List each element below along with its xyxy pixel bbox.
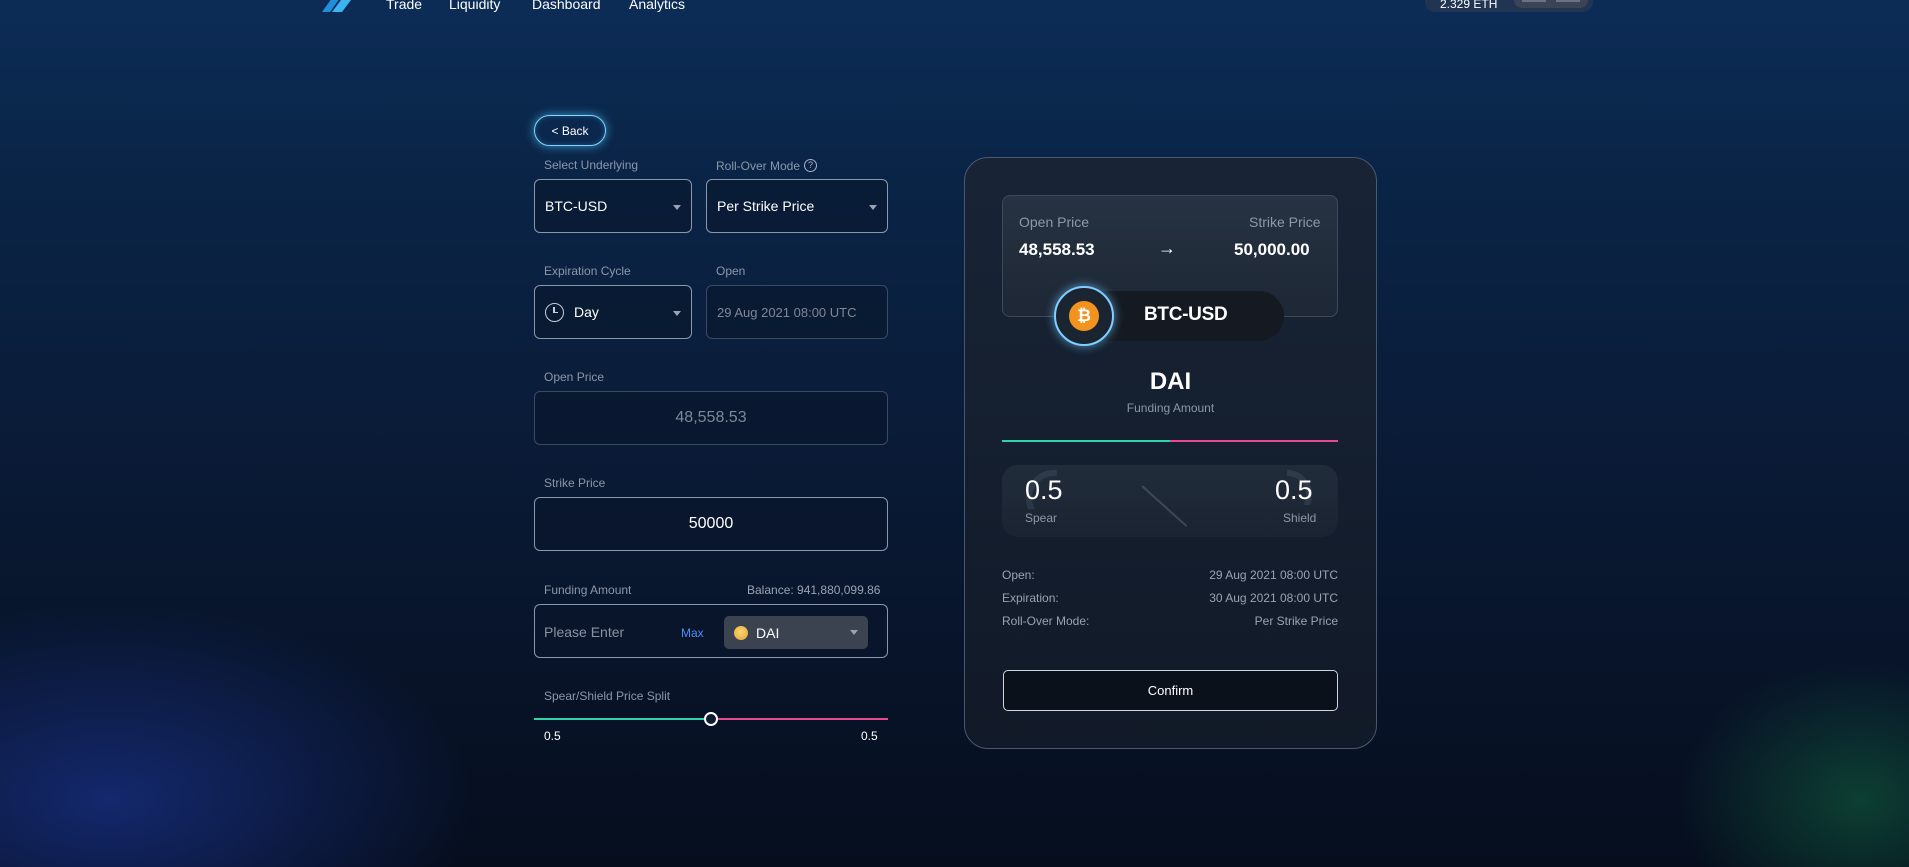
wallet-address[interactable]	[1514, 0, 1588, 8]
open-field: 29 Aug 2021 08:00 UTC	[706, 285, 888, 339]
detail-expiration-key: Expiration:	[1002, 591, 1059, 605]
clock-icon	[545, 302, 564, 322]
shield-label: Shield	[1283, 511, 1317, 525]
summary-open-price-label: Open Price	[1019, 214, 1090, 230]
nav-link-liquidity[interactable]: Liquidity	[449, 0, 500, 12]
open-price-field: 48,558.53	[534, 391, 888, 445]
chevron-down-icon	[673, 205, 681, 210]
chevron-down-icon	[673, 311, 681, 316]
open-price-value: 48,558.53	[675, 409, 747, 426]
back-button[interactable]: < Back	[534, 115, 606, 146]
spear-label: Spear	[1025, 511, 1058, 525]
spear-value: 0.5	[1025, 475, 1063, 505]
address-blur	[1556, 0, 1580, 2]
detail-rollover-key: Roll-Over Mode:	[1002, 614, 1090, 628]
confirm-button[interactable]: Confirm	[1003, 670, 1338, 711]
chevron-down-icon	[850, 630, 858, 635]
funding-token: DAI	[1149, 368, 1192, 395]
nav-link-analytics[interactable]: Analytics	[629, 0, 685, 12]
btc-coin-ring: ₿	[1054, 286, 1114, 346]
address-blur	[1522, 0, 1546, 2]
rollover-label: Roll-Over Mode	[716, 159, 801, 173]
split-left-value: 0.5	[544, 729, 561, 743]
slider-track-spear[interactable]	[534, 718, 711, 720]
summary-open-price: 48,558.53	[1019, 240, 1095, 259]
bitcoin-icon: ₿	[1069, 301, 1099, 331]
strike-price-label: Strike Price	[544, 476, 606, 490]
detail-rollover-value: Per Strike Price	[1254, 614, 1338, 628]
expiration-select[interactable]: Day	[534, 285, 692, 339]
split-slider-handle[interactable]	[704, 712, 718, 726]
underlying-value: BTC-USD	[545, 198, 608, 214]
summary-strike-price-label: Strike Price	[1249, 214, 1321, 230]
max-button[interactable]: Max	[681, 626, 704, 640]
detail-open-value: 29 Aug 2021 08:00 UTC	[1209, 568, 1338, 582]
rollover-value: Per Strike Price	[717, 198, 815, 214]
chevron-down-icon	[869, 205, 877, 210]
split-right-value: 0.5	[861, 729, 878, 743]
nav-link-trade[interactable]: Trade	[386, 0, 422, 12]
strike-price-value: 50000	[688, 515, 734, 532]
open-price-label: Open Price	[544, 370, 605, 384]
underlying-select[interactable]: BTC-USD	[534, 179, 692, 233]
split-bar-shield	[1170, 440, 1338, 442]
strike-price-input[interactable]: 50000	[534, 497, 888, 551]
funding-token-sub: Funding Amount	[1126, 401, 1215, 415]
detail-expiration-value: 30 Aug 2021 08:00 UTC	[1209, 591, 1338, 605]
rollover-select[interactable]: Per Strike Price	[706, 179, 888, 233]
funding-amount-input[interactable]	[544, 622, 674, 642]
slider-track-shield[interactable]	[711, 718, 888, 720]
shield-value: 0.5	[1275, 475, 1313, 505]
expiration-label: Expiration Cycle	[544, 264, 631, 278]
balance-text: Balance: 941,880,099.86	[747, 583, 881, 597]
underlying-label: Select Underlying	[544, 158, 639, 172]
token-label: DAI	[756, 624, 780, 641]
split-bar-spear	[1002, 440, 1170, 442]
token-select[interactable]: DAI	[724, 616, 868, 649]
detail-open-key: Open:	[1002, 568, 1035, 582]
funding-label: Funding Amount	[544, 583, 632, 597]
dai-token-icon	[734, 625, 748, 640]
wallet-balance: 2.329 ETH	[1440, 0, 1498, 11]
expiration-value: Day	[574, 304, 599, 320]
open-label: Open	[716, 264, 746, 278]
top-navbar: Trade Liquidity Dashboard Analytics 2.32…	[0, 0, 1909, 14]
nav-link-dashboard[interactable]: Dashboard	[532, 0, 601, 12]
arrow-right-icon: →	[1158, 238, 1176, 258]
split-label: Spear/Shield Price Split	[544, 689, 671, 703]
summary-strike-price: 50,000.00	[1234, 240, 1310, 259]
help-icon[interactable]: ?	[804, 159, 817, 172]
pair-label: BTC-USD	[1144, 304, 1228, 325]
logo-icon[interactable]	[318, 0, 358, 12]
open-value: 29 Aug 2021 08:00 UTC	[717, 304, 857, 320]
